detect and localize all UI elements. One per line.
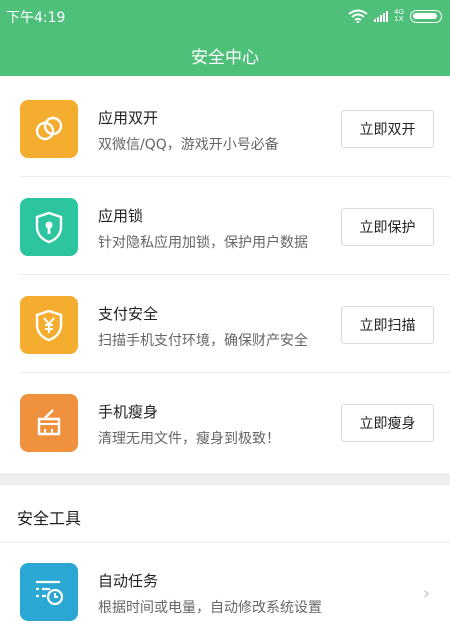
network-type: 4G 1X xyxy=(394,9,404,23)
status-bar: 下午4:19 4G 1X xyxy=(0,0,450,30)
feature-name: 应用双开 xyxy=(98,109,159,127)
feature-list: 应用双开 双微信/QQ，游戏开小号必备 立即双开 应用锁 针对隐私应用加锁，保护… xyxy=(0,79,450,471)
yuan-shield-icon xyxy=(20,296,78,354)
task-clock-icon xyxy=(20,563,78,621)
feature-item-dual-app[interactable]: 应用双开 双微信/QQ，游戏开小号必备 立即双开 xyxy=(20,79,450,177)
protect-button[interactable]: 立即保护 xyxy=(341,208,434,246)
dual-open-button[interactable]: 立即双开 xyxy=(341,110,434,148)
chevron-right-icon: › xyxy=(422,583,430,604)
section-divider-line xyxy=(0,542,450,543)
feature-desc: 清理无用文件，瘦身到极致！ xyxy=(98,431,280,447)
feature-item-app-lock[interactable]: 应用锁 针对隐私应用加锁，保护用户数据 立即保护 xyxy=(20,177,450,275)
dual-circles-icon xyxy=(20,100,78,158)
network-bottom-label: 1X xyxy=(394,15,404,23)
wifi-icon xyxy=(348,9,368,23)
tool-item-auto-task[interactable]: 自动任务 根据时间或电量，自动修改系统设置 › xyxy=(20,563,450,642)
feature-name: 支付安全 xyxy=(98,305,159,323)
feature-desc: 扫描手机支付环境，确保财产安全 xyxy=(98,333,308,349)
feature-item-payment-security[interactable]: 支付安全 扫描手机支付环境，确保财产安全 立即扫描 xyxy=(20,275,450,373)
page-title: 安全中心 xyxy=(191,48,259,68)
battery-icon xyxy=(410,9,442,23)
title-bar: 安全中心 xyxy=(0,30,450,76)
tool-name: 自动任务 xyxy=(98,572,159,590)
tool-desc: 根据时间或电量，自动修改系统设置 xyxy=(98,600,322,616)
section-title: 安全工具 xyxy=(17,509,82,528)
signal-icon xyxy=(374,10,389,22)
feature-desc: 针对隐私应用加锁，保护用户数据 xyxy=(98,235,308,251)
scan-button[interactable]: 立即扫描 xyxy=(341,306,434,344)
shield-lock-icon xyxy=(20,198,78,256)
feature-name: 手机瘦身 xyxy=(98,403,159,421)
broom-icon xyxy=(20,394,78,452)
slim-button[interactable]: 立即瘦身 xyxy=(341,404,434,442)
section-divider xyxy=(0,473,450,485)
feature-name: 应用锁 xyxy=(98,207,144,225)
feature-item-phone-cleanup[interactable]: 手机瘦身 清理无用文件，瘦身到极致！ 立即瘦身 xyxy=(20,373,450,471)
feature-desc: 双微信/QQ，游戏开小号必备 xyxy=(98,137,279,153)
status-time: 下午4:19 xyxy=(6,10,66,26)
